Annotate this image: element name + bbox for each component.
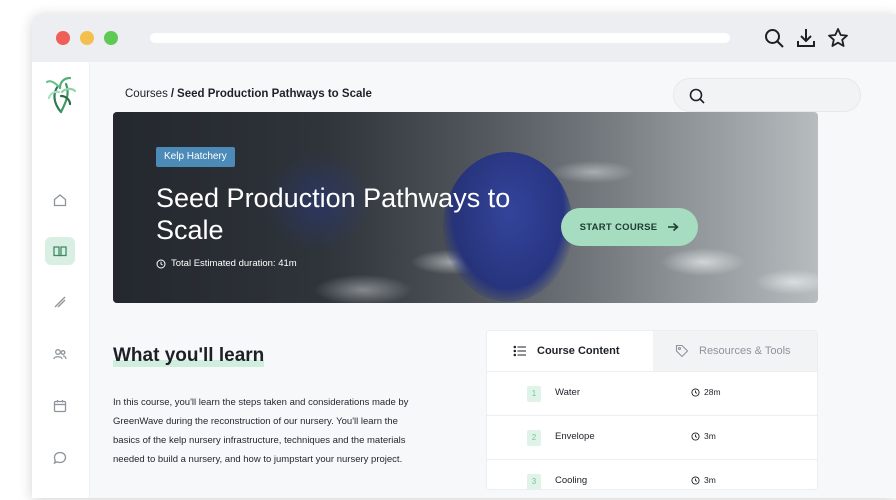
search-input[interactable]	[673, 78, 861, 112]
lesson-row[interactable]: 2 Envelope 3m	[487, 415, 817, 459]
duration-text: Total Estimated duration: 41m	[171, 258, 297, 269]
lesson-row[interactable]: 3 Cooling 3m	[487, 459, 817, 489]
calendar-icon	[53, 400, 67, 413]
maximize-window-button[interactable]	[104, 31, 118, 45]
home-icon	[53, 194, 67, 207]
lesson-row[interactable]: 1 Water 28m	[487, 371, 817, 415]
arrow-right-icon	[668, 222, 680, 232]
tag-icon	[675, 344, 689, 358]
search-icon[interactable]	[762, 26, 786, 50]
learn-section: What you'll learn	[113, 345, 265, 367]
clock-icon	[691, 431, 700, 441]
list-icon	[513, 345, 526, 357]
tab-course-content-label: Course Content	[537, 345, 620, 357]
minimize-window-button[interactable]	[80, 31, 94, 45]
pencil-ruler-icon	[54, 296, 66, 308]
lesson-duration: 3m	[691, 475, 716, 485]
breadcrumb-separator: /	[170, 88, 175, 100]
category-badge: Kelp Hatchery	[156, 147, 235, 167]
course-content-panel: Course Content Resources & Tools 1 Water…	[486, 330, 818, 490]
sidebar-item-community[interactable]	[45, 340, 75, 368]
users-icon	[53, 349, 67, 360]
course-duration: Total Estimated duration: 41m	[156, 258, 297, 269]
tab-resources-tools-label: Resources & Tools	[699, 345, 791, 357]
lesson-number: 3	[527, 474, 541, 489]
sidebar-item-courses[interactable]	[45, 237, 75, 265]
lesson-number: 1	[527, 386, 541, 402]
book-icon	[53, 246, 67, 257]
breadcrumb: Courses / Seed Production Pathways to Scal…	[125, 88, 372, 100]
sidebar-item-calendar[interactable]	[45, 392, 75, 420]
lesson-duration: 3m	[691, 431, 716, 441]
sidebar-item-messages[interactable]	[45, 444, 75, 472]
star-icon[interactable]	[826, 26, 850, 50]
lesson-title: Water	[555, 387, 580, 398]
search-icon	[689, 88, 705, 104]
clock-icon	[691, 475, 700, 485]
clock-icon	[156, 259, 166, 268]
download-icon[interactable]	[794, 26, 818, 50]
greenwave-logo[interactable]	[44, 74, 78, 114]
browser-titlebar	[32, 14, 896, 62]
breadcrumb-courses-link[interactable]: Courses	[125, 88, 168, 100]
sidebar-item-tools[interactable]	[45, 288, 75, 316]
learn-heading: What you'll learn	[113, 345, 265, 367]
address-bar[interactable]	[150, 33, 730, 43]
lesson-duration: 28m	[691, 387, 721, 397]
start-course-button[interactable]: START COURSE	[561, 208, 698, 246]
sidebar	[32, 62, 90, 498]
lesson-number: 2	[527, 430, 541, 446]
lesson-title: Cooling	[555, 475, 588, 486]
course-title: Seed Production Pathways to Scale	[156, 183, 511, 245]
tab-course-content[interactable]: Course Content	[487, 331, 653, 371]
close-window-button[interactable]	[56, 31, 70, 45]
start-course-label: START COURSE	[579, 221, 658, 233]
lesson-title: Envelope	[555, 431, 595, 442]
course-description: In this course, you'll learn the steps t…	[113, 397, 409, 465]
chat-icon	[53, 451, 67, 465]
sidebar-item-home[interactable]	[45, 186, 75, 214]
tab-resources-tools[interactable]: Resources & Tools	[653, 331, 817, 371]
breadcrumb-current: Seed Production Pathways to Scale	[177, 88, 372, 100]
clock-icon	[691, 387, 700, 397]
course-hero-banner: Kelp Hatchery Seed Production Pathways t…	[113, 112, 818, 303]
